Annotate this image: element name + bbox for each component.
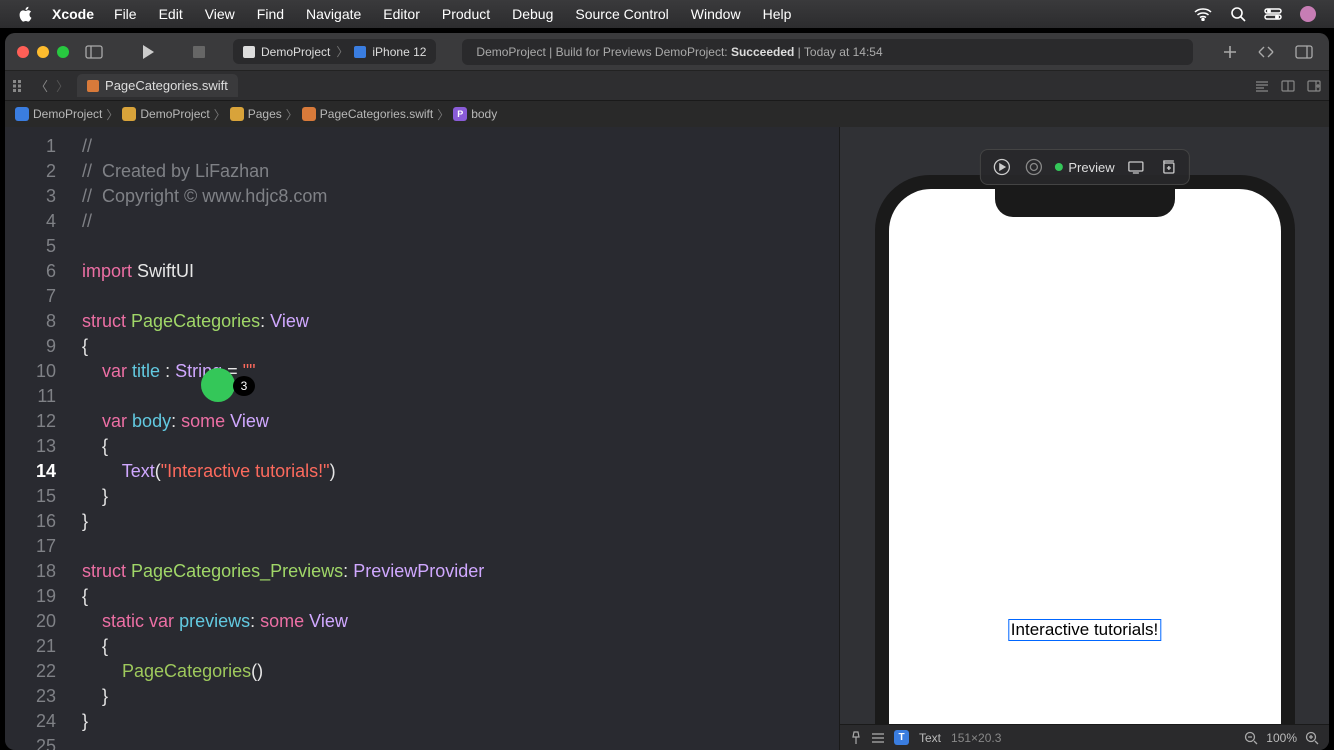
menu-window[interactable]: Window [691, 6, 741, 22]
preview-statusbar: T Text 151×20.3 100% [840, 724, 1329, 750]
add-icon[interactable] [1219, 45, 1241, 59]
menu-find[interactable]: Find [257, 6, 284, 22]
device-area[interactable]: Interactive tutorials! [840, 127, 1329, 724]
crumb-symbol[interactable]: Pbody [453, 107, 497, 121]
preview-duplicate-icon[interactable] [1157, 156, 1179, 178]
toolbar: DemoProject 〉 iPhone 12 DemoProject | Bu… [5, 33, 1329, 71]
navigator-toggle-icon[interactable] [81, 45, 107, 59]
zoom-out-icon[interactable] [1244, 731, 1258, 745]
preview-toolbar: Preview [979, 149, 1189, 185]
tab-active[interactable]: PageCategories.swift [77, 74, 238, 97]
cursor-badge: 3 [233, 376, 255, 396]
library-icon[interactable] [1253, 45, 1279, 59]
spotlight-icon[interactable] [1230, 6, 1246, 22]
preview-inspect-icon[interactable] [1022, 156, 1044, 178]
zoom-button[interactable] [57, 46, 69, 58]
menu-view[interactable]: View [205, 6, 235, 22]
xcode-window: DemoProject 〉 iPhone 12 DemoProject | Bu… [5, 33, 1329, 750]
menu-navigate[interactable]: Navigate [306, 6, 361, 22]
element-size: 151×20.3 [951, 731, 1001, 745]
code-content[interactable]: // // Created by LiFazhan // Copyright ©… [70, 127, 839, 750]
back-icon[interactable]: 〈 [35, 76, 48, 95]
preview-device-icon[interactable] [1125, 156, 1147, 178]
traffic-lights [17, 46, 69, 58]
minimap-icon[interactable] [1255, 80, 1269, 92]
breadcrumb: DemoProject〉 DemoProject〉 Pages〉 PageCat… [5, 101, 1329, 127]
menu-file[interactable]: File [114, 6, 137, 22]
live-dot-icon [1054, 163, 1062, 171]
list-icon[interactable] [872, 733, 884, 743]
app-name[interactable]: Xcode [52, 6, 94, 22]
element-name: Text [919, 731, 941, 745]
menu-product[interactable]: Product [442, 6, 490, 22]
zoom-level[interactable]: 100% [1266, 731, 1297, 745]
iphone-screen[interactable]: Interactive tutorials! [889, 189, 1281, 724]
scheme-selector[interactable]: DemoProject 〉 iPhone 12 [233, 39, 436, 64]
tab-bar: 〈 〉 PageCategories.swift [5, 71, 1329, 101]
run-button[interactable] [137, 44, 159, 60]
crumb-file[interactable]: PageCategories.swift [302, 107, 433, 121]
macos-menubar: Xcode File Edit View Find Navigate Edito… [0, 0, 1334, 28]
menu-debug[interactable]: Debug [512, 6, 553, 22]
user-icon[interactable] [1300, 6, 1316, 22]
cursor-indicator [201, 368, 235, 402]
swift-file-icon [87, 80, 99, 92]
inspector-toggle-icon[interactable] [1291, 45, 1317, 59]
zoom-in-icon[interactable] [1305, 731, 1319, 745]
status-bar[interactable]: DemoProject | Build for Previews DemoPro… [462, 39, 1193, 65]
apple-icon[interactable] [18, 6, 34, 22]
menu-help[interactable]: Help [763, 6, 792, 22]
close-button[interactable] [17, 46, 29, 58]
menu-sourcecontrol[interactable]: Source Control [575, 6, 668, 22]
status-prefix: DemoProject | Build for Previews DemoPro… [476, 45, 731, 59]
preview-text-element[interactable]: Interactive tutorials! [1008, 619, 1161, 641]
wifi-icon[interactable] [1194, 7, 1212, 21]
control-center-icon[interactable] [1264, 8, 1282, 20]
scheme-device: iPhone 12 [372, 45, 426, 59]
tab-name: PageCategories.swift [105, 78, 228, 93]
iphone-notch [995, 189, 1175, 217]
add-editor-icon[interactable] [1307, 80, 1321, 92]
iphone-frame: Interactive tutorials! [875, 175, 1295, 724]
main-area: 3 12345678910111213141516171819202122232… [5, 127, 1329, 750]
related-items-icon[interactable] [13, 80, 27, 92]
forward-icon[interactable]: 〉 [56, 76, 69, 95]
minimize-button[interactable] [37, 46, 49, 58]
preview-play-icon[interactable] [990, 156, 1012, 178]
crumb-pages[interactable]: Pages [230, 107, 282, 121]
crumb-folder[interactable]: DemoProject [122, 107, 209, 121]
menu-edit[interactable]: Edit [159, 6, 183, 22]
text-type-icon: T [894, 730, 909, 745]
line-gutter: 1234567891011121314151617181920212223242… [5, 127, 70, 750]
crumb-project[interactable]: DemoProject [15, 107, 102, 121]
stop-button[interactable] [189, 46, 209, 58]
scheme-project: DemoProject [261, 45, 330, 59]
adjust-editor-icon[interactable] [1281, 80, 1295, 92]
preview-canvas: Preview Interactive tutorials! T Text 15… [839, 127, 1329, 750]
status-result: Succeeded [731, 45, 794, 59]
code-editor[interactable]: 3 12345678910111213141516171819202122232… [5, 127, 839, 750]
pin-icon[interactable] [850, 731, 862, 745]
preview-live-label[interactable]: Preview [1054, 160, 1114, 175]
status-time: | Today at 14:54 [794, 45, 882, 59]
menu-editor[interactable]: Editor [383, 6, 420, 22]
